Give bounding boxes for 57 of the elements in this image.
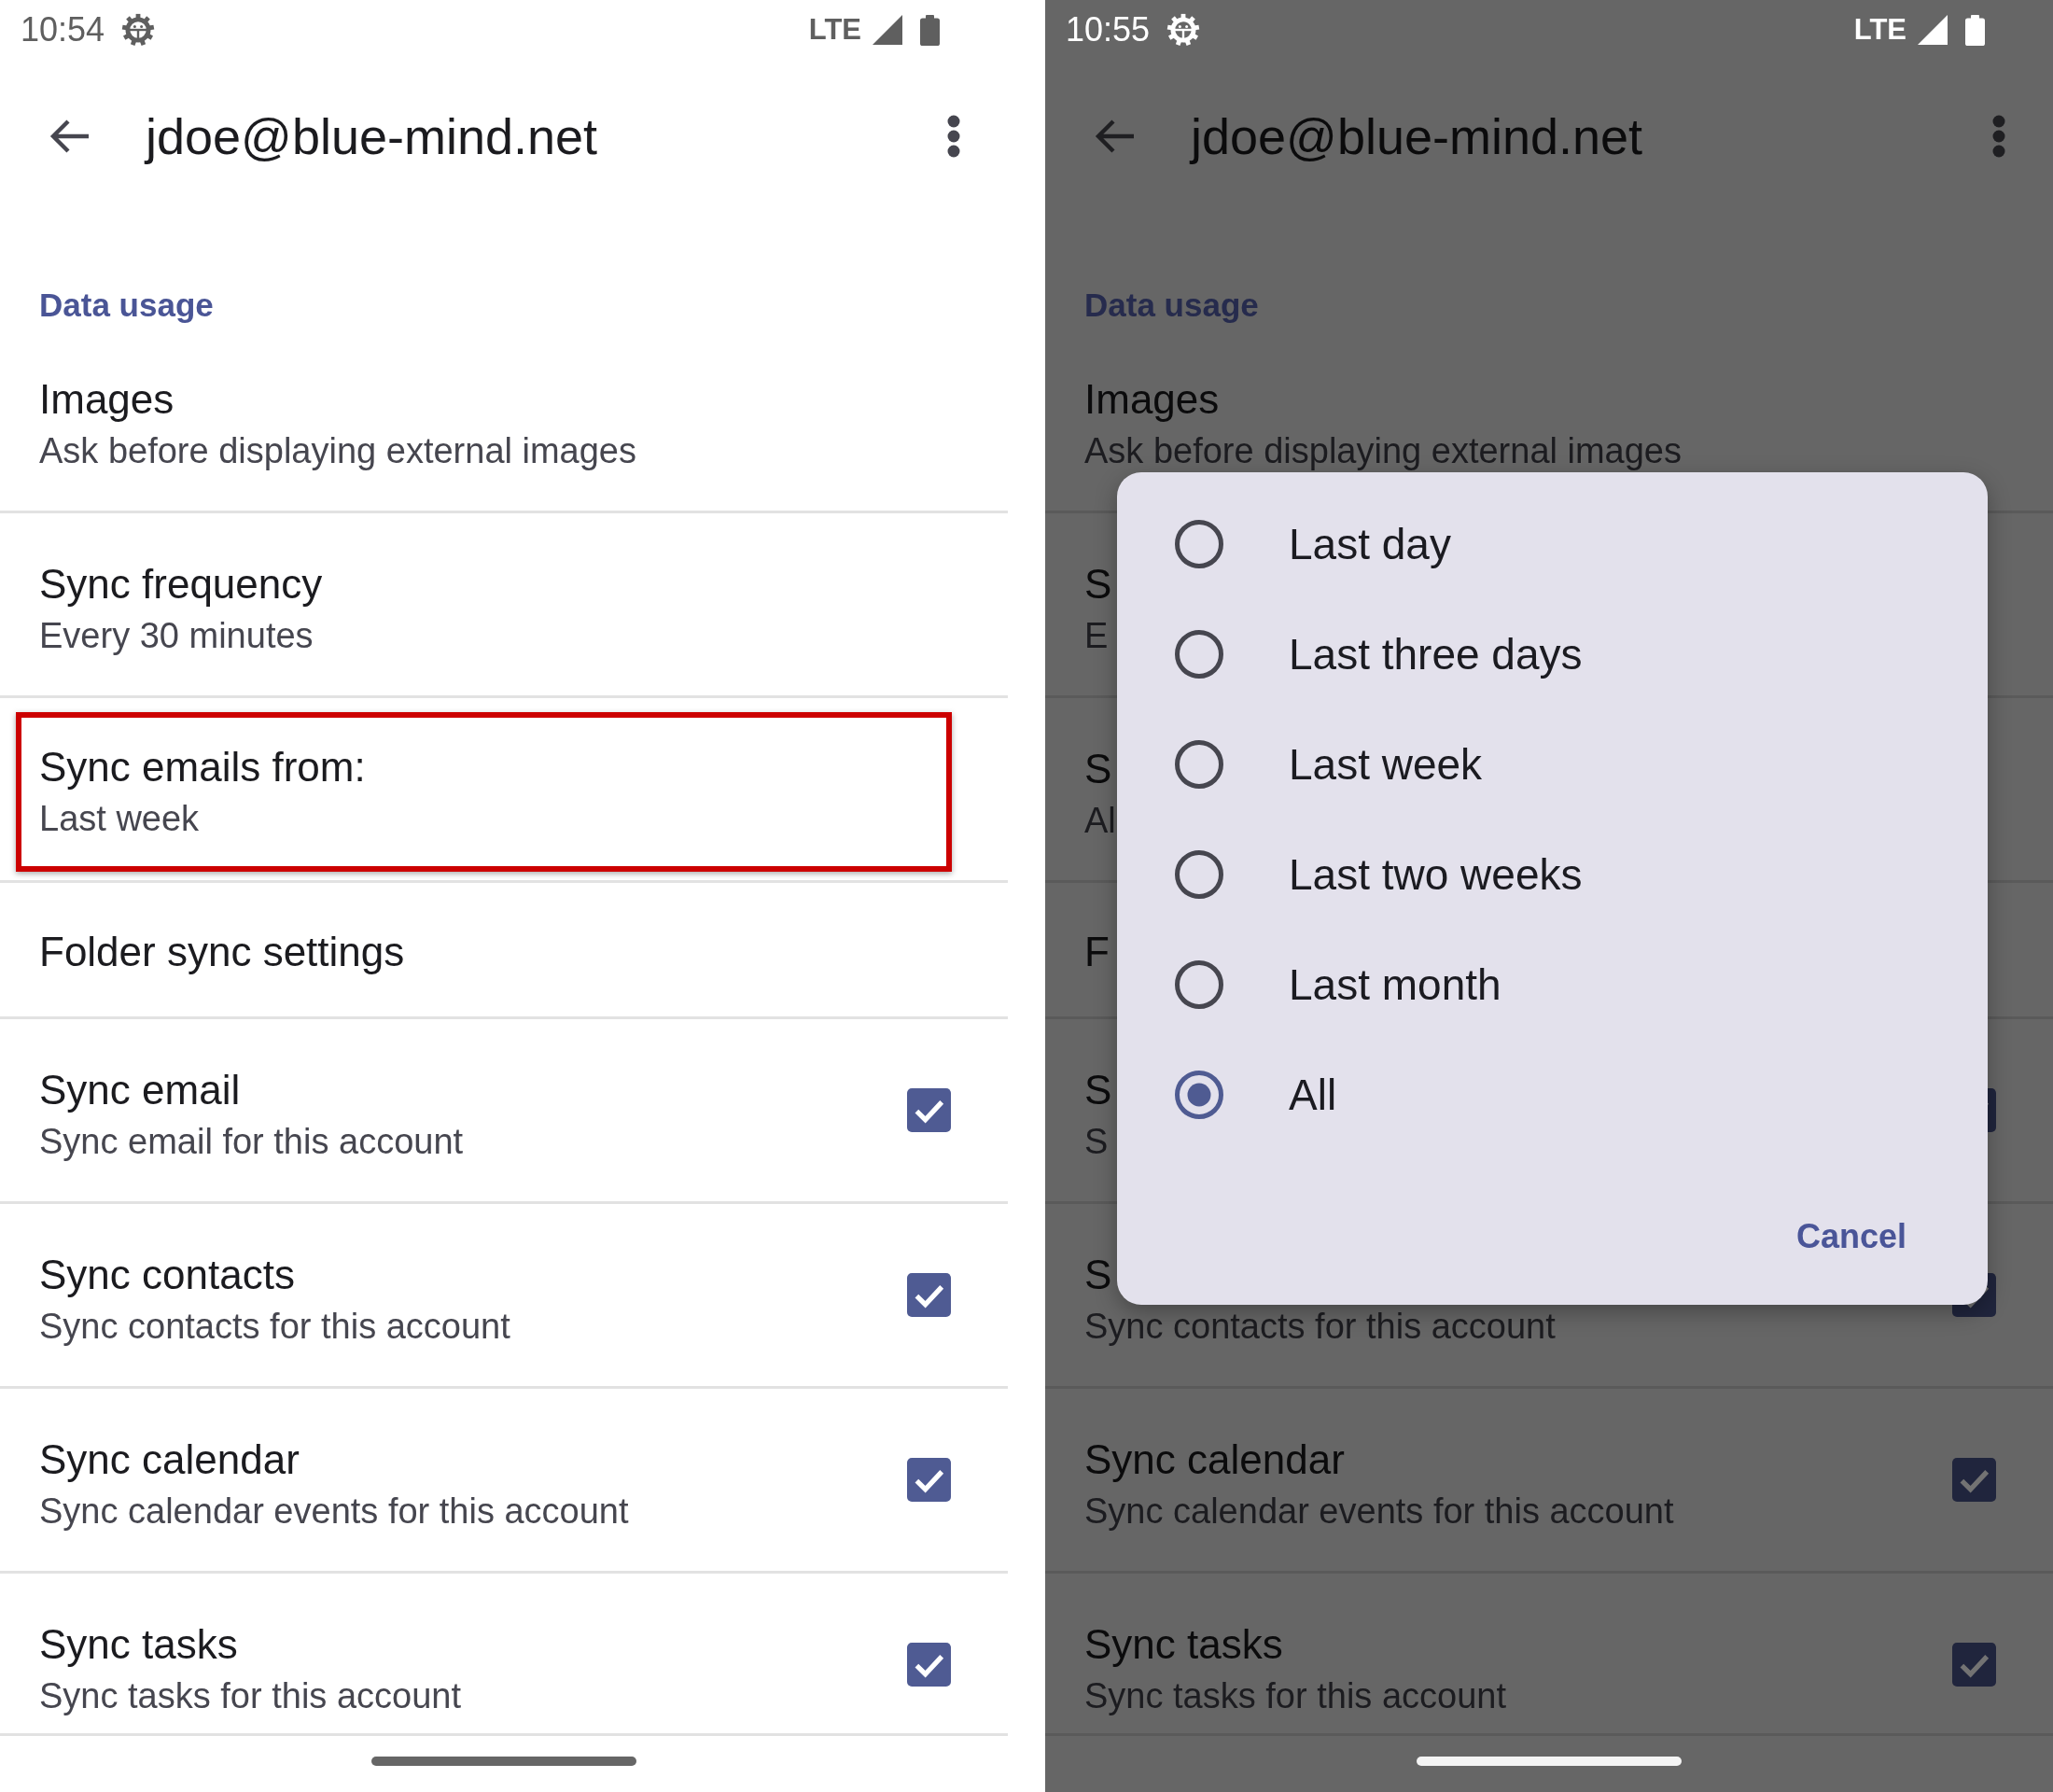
radio-button[interactable] (1175, 850, 1223, 899)
setting-summary: Sync tasks for this account (39, 1675, 461, 1716)
setting-title[interactable]: Sync contacts (39, 1250, 295, 1300)
setting-summary: Sync contacts for this account (39, 1306, 510, 1347)
status-time: 10:54 (21, 11, 105, 49)
signal-icon (1918, 15, 1948, 45)
radio-button[interactable] (1175, 960, 1223, 1009)
status-time: 10:55 (1066, 11, 1151, 49)
setting-title[interactable]: Sync frequency (39, 559, 323, 609)
setting-title[interactable]: Sync tasks (39, 1619, 238, 1670)
setting-title[interactable]: Sync calendar (39, 1435, 300, 1485)
radio-button[interactable] (1175, 1071, 1223, 1119)
setting-title[interactable]: Sync email (39, 1065, 241, 1115)
setting-title[interactable]: Images (39, 374, 175, 425)
radio-button[interactable] (1175, 630, 1223, 679)
checkbox[interactable] (907, 1458, 951, 1502)
setting-summary: Sync contacts for this account (1084, 1306, 1556, 1347)
back-arrow-icon[interactable] (49, 119, 89, 153)
setting-summary: Sync tasks for this account (1084, 1675, 1506, 1716)
setting-title[interactable]: Folder sync settings (39, 927, 405, 977)
setting-summary: Sync calendar events for this account (1084, 1491, 1674, 1532)
setting-summary: Sync calendar events for this account (39, 1491, 629, 1532)
radio-button[interactable] (1175, 520, 1223, 568)
network-type: LTE (1853, 13, 1906, 47)
setting-summary: Last week (39, 798, 200, 839)
setting-summary: E (1084, 615, 1109, 656)
checkbox[interactable] (907, 1643, 951, 1687)
section-header: Data usage (39, 287, 214, 323)
option-label[interactable]: Last week (1289, 738, 1483, 791)
checkbox[interactable] (907, 1273, 951, 1317)
checkbox[interactable] (1952, 1643, 1996, 1687)
option-label[interactable]: Last month (1289, 959, 1501, 1011)
app-bar-title: jdoe@blue-mind.net (1191, 107, 1643, 166)
checkbox[interactable] (907, 1088, 951, 1132)
option-label[interactable]: Last two weeks (1289, 848, 1583, 901)
setting-summary: Every 30 minutes (39, 615, 314, 656)
setting-summary: Sync email for this account (39, 1121, 464, 1162)
cancel-button[interactable]: Cancel (1795, 1212, 1906, 1261)
gear-icon (1166, 13, 1201, 47)
app-bar-title: jdoe@blue-mind.net (146, 107, 598, 166)
battery-icon (920, 14, 940, 46)
signal-icon (873, 15, 902, 45)
option-label[interactable]: All (1289, 1069, 1337, 1121)
gear-icon (121, 13, 156, 47)
setting-title[interactable]: Sync emails from: (39, 742, 366, 792)
more-options-icon[interactable] (947, 115, 960, 158)
setting-summary: S (1084, 1121, 1109, 1162)
setting-summary: Al (1084, 800, 1116, 841)
network-type: LTE (808, 13, 861, 47)
option-label[interactable]: Last three days (1289, 628, 1583, 680)
checkbox[interactable] (1952, 1458, 1996, 1502)
section-header: Data usage (1084, 287, 1259, 323)
setting-summary: Ask before displaying external images (39, 430, 636, 471)
setting-summary: Ask before displaying external images (1084, 430, 1682, 471)
battery-icon (1965, 14, 1985, 46)
option-label[interactable]: Last day (1289, 518, 1451, 570)
radio-button[interactable] (1175, 740, 1223, 789)
